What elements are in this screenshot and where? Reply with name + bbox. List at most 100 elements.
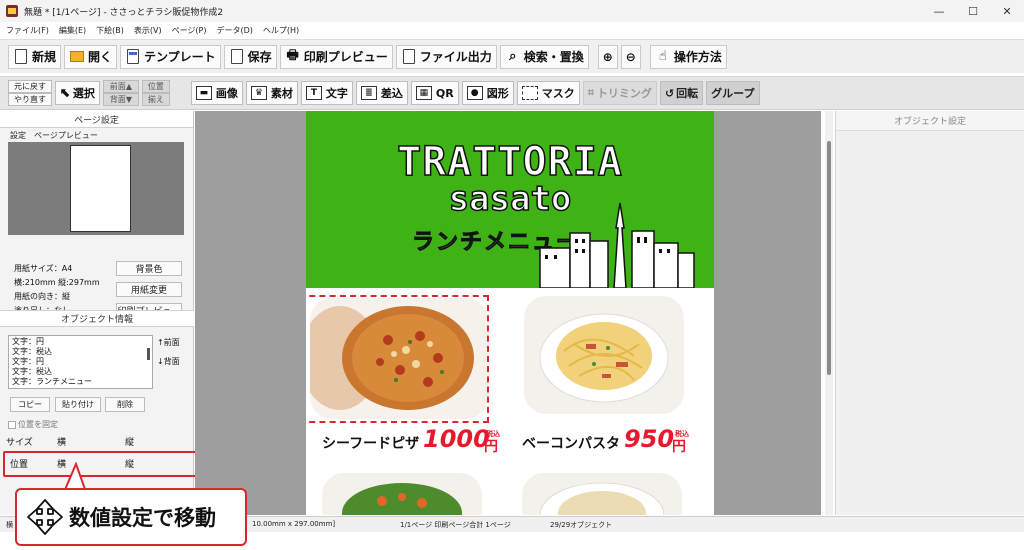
item2-tax-label[interactable]: 税込 — [675, 429, 689, 439]
crop-icon: ⌗ — [587, 86, 594, 99]
open-button-label: 開く — [88, 50, 113, 64]
mask-icon — [521, 86, 538, 100]
canvas-area[interactable]: TRATTORIA sasato ランチメニュー シーフードピザ 1000 円 … — [195, 111, 821, 515]
object-settings-header: オブジェクト設定 — [836, 111, 1024, 131]
group-button[interactable]: グループ — [706, 81, 760, 105]
paste-button[interactable]: 貼り付け — [55, 397, 101, 412]
position-highlight — [3, 451, 198, 477]
list-front-button[interactable]: ↑前面 — [157, 337, 180, 348]
list-scrollbar[interactable] — [147, 348, 150, 360]
shape-button[interactable]: ● 図形 — [461, 81, 514, 105]
tab-page-preview[interactable]: ページプレビュー — [34, 130, 98, 141]
close-button[interactable]: ✕ — [990, 0, 1024, 22]
template-button[interactable]: テンプレート — [120, 44, 221, 69]
object-list[interactable]: 文字：円 文字：税込 文字：円 文字：税込 文字：ランチメニュー — [8, 335, 153, 389]
item1-price[interactable]: 1000 — [423, 425, 490, 453]
callout-text: 数値設定で移動 — [69, 506, 216, 530]
merge-button-label: 差込 — [380, 87, 403, 100]
city-skyline-icon[interactable] — [530, 203, 700, 288]
save-button[interactable]: 保存 — [223, 44, 277, 69]
list-back-button[interactable]: ↓背面 — [157, 356, 180, 367]
redo-button[interactable]: やり直す — [8, 93, 52, 106]
item1-yen[interactable]: 円 — [484, 436, 498, 456]
list-item[interactable]: 文字：円 — [12, 357, 149, 367]
menu-help[interactable]: ヘルプ(H) — [263, 25, 299, 36]
item2-yen[interactable]: 円 — [672, 436, 686, 456]
maximize-button[interactable]: ☐ — [956, 0, 990, 22]
minimize-button[interactable]: — — [922, 0, 956, 22]
group-button-label: グループ — [711, 87, 755, 100]
new-button[interactable]: 新規 — [8, 44, 62, 69]
menu-background[interactable]: 下絵(B) — [96, 25, 124, 36]
image-button[interactable]: ▬ 画像 — [190, 81, 243, 105]
file-output-button[interactable]: ファイル出力 — [395, 44, 497, 69]
item1-tax-label[interactable]: 税込 — [486, 429, 500, 439]
open-folder-icon — [69, 48, 85, 66]
mask-button[interactable]: マスク — [516, 81, 580, 105]
fix-position-checkbox[interactable]: 位置を固定 — [8, 419, 58, 430]
list-item[interactable]: 文字：円 — [12, 337, 149, 347]
align-button-top[interactable]: 位置 — [141, 80, 170, 93]
print-preview-button[interactable]: 🖶 印刷プレビュー — [279, 44, 393, 69]
bring-front-button[interactable]: 前面▲ — [102, 80, 139, 93]
trimming-button[interactable]: ⌗ トリミング — [582, 81, 657, 105]
menu-view[interactable]: 表示(V) — [134, 25, 162, 36]
send-back-button[interactable]: 背面▼ — [102, 93, 139, 106]
text-button[interactable]: T 文字 — [300, 81, 353, 105]
page-thumbnail[interactable] — [70, 145, 131, 232]
tab-settings[interactable]: 設定 — [10, 130, 26, 141]
copy-button[interactable]: コピー — [10, 397, 50, 412]
zoom-in-icon: ⊕ — [602, 49, 613, 64]
align-group: 位置 揃え — [141, 80, 170, 106]
change-paper-button[interactable]: 用紙変更 — [116, 282, 182, 297]
rotate-button[interactable]: ↺ 回転 — [659, 81, 704, 105]
scrollbar-thumb[interactable] — [827, 141, 831, 375]
pasta-photo[interactable] — [524, 296, 684, 414]
search-icon: ⌕ — [509, 49, 517, 64]
page-settings-header: ページ設定 — [0, 111, 193, 128]
help-button[interactable]: ☝ 操作方法 — [649, 44, 727, 69]
header-banner[interactable]: TRATTORIA sasato ランチメニュー — [306, 111, 714, 288]
list-item[interactable]: 文字：ランチメニュー — [12, 377, 149, 387]
item2-price[interactable]: 950 — [624, 425, 674, 453]
select-button[interactable]: ⬉ 選択 — [55, 81, 100, 105]
align-button-bottom[interactable]: 揃え — [141, 93, 170, 106]
undo-button[interactable]: 元に戻す — [8, 80, 52, 93]
page-preview — [8, 142, 184, 235]
mask-button-label: マスク — [541, 87, 575, 100]
delete-button[interactable]: 削除 — [105, 397, 145, 412]
right-panel: オブジェクト設定 — [835, 111, 1024, 515]
qr-code-icon: ▦ — [415, 86, 432, 100]
pasta-image — [524, 296, 684, 414]
salad-photo[interactable] — [322, 473, 482, 515]
file-output-label: ファイル出力 — [419, 50, 492, 64]
menu-file[interactable]: ファイル(F) — [6, 25, 49, 36]
open-button[interactable]: 開く — [64, 44, 118, 69]
menu-data[interactable]: データ(D) — [217, 25, 253, 36]
list-item[interactable]: 文字：税込 — [12, 347, 149, 357]
new-button-label: 新規 — [32, 50, 57, 64]
qr-button[interactable]: ▦ QR — [410, 81, 459, 105]
zoom-out-icon: ⊖ — [625, 49, 636, 64]
item2-name[interactable]: ベーコンパスタ — [522, 433, 620, 453]
menu-page[interactable]: ページ(P) — [172, 25, 207, 36]
status-object-count: 29/29オブジェクト — [550, 521, 613, 529]
checkbox-box[interactable] — [8, 420, 16, 429]
zoom-out-button[interactable]: ⊖ — [620, 44, 641, 69]
menu-edit[interactable]: 編集(E) — [59, 25, 86, 36]
item1-name[interactable]: シーフードピザ — [322, 433, 419, 453]
undo-redo-group: 元に戻す やり直す — [8, 80, 52, 106]
cream-pasta-photo[interactable] — [522, 473, 682, 515]
bg-color-button[interactable]: 背景色 — [116, 261, 182, 276]
flyer-page[interactable]: TRATTORIA sasato ランチメニュー シーフードピザ 1000 円 … — [306, 111, 714, 515]
material-button[interactable]: ♛ 素材 — [245, 81, 298, 105]
canvas-scrollbar[interactable] — [825, 111, 833, 515]
merge-button[interactable]: ≣ 差込 — [355, 81, 408, 105]
zoom-in-button[interactable]: ⊕ — [597, 44, 618, 69]
template-button-label: テンプレート — [144, 50, 216, 64]
status-page-count: 1/1ページ 印刷ページ合計 1ページ — [400, 521, 511, 529]
list-item[interactable]: 文字：税込 — [12, 367, 149, 377]
order-group: 前面▲ 背面▼ — [102, 80, 139, 106]
search-replace-button[interactable]: ⌕ 検索・置換 — [499, 44, 589, 69]
status-page-size: 10.00mm x 297.00mm] — [252, 520, 336, 528]
